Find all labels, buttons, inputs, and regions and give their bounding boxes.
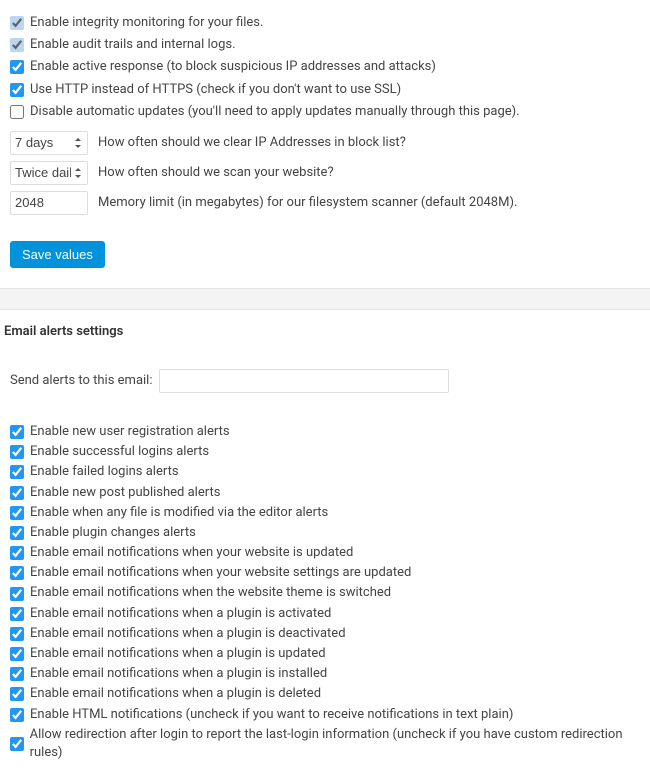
opt-use-http-checkbox[interactable] [10,83,24,97]
scan-label: How often should we scan your website? [98,165,334,180]
alert-settings-updated-row: Enable email notifications when your web… [10,564,640,582]
clear-ip-select[interactable]: 7 days [10,131,88,155]
opt-active-response-row: Enable active response (to block suspici… [10,58,640,76]
alert-email-input[interactable] [159,369,449,393]
memory-label: Memory limit (in megabytes) for our file… [98,195,517,210]
alert-plugin-deleted-checkbox[interactable] [10,687,24,701]
opt-audit-trails-label: Enable audit trails and internal logs. [30,36,236,54]
alert-html-notifications-label: Enable HTML notifications (uncheck if yo… [30,706,513,724]
alert-plugin-installed-label: Enable email notifications when a plugin… [30,665,327,683]
alert-failed-login-label: Enable failed logins alerts [30,463,179,481]
alert-plugin-deactivated-label: Enable email notifications when a plugin… [30,625,346,643]
alert-new-user-checkbox[interactable] [10,425,24,439]
opt-disable-updates-row: Disable automatic updates (you'll need t… [10,103,640,121]
alert-success-login-checkbox[interactable] [10,445,24,459]
email-input-row: Send alerts to this email: [10,369,640,393]
memory-limit-input[interactable] [10,191,88,215]
opt-audit-trails-row: Enable audit trails and internal logs. [10,36,640,54]
alert-allow-redirection-checkbox[interactable] [10,737,24,751]
opt-active-response-checkbox[interactable] [10,60,24,74]
scan-frequency-select[interactable]: Twice daily [10,161,88,185]
alert-settings-updated-label: Enable email notifications when your web… [30,564,411,582]
alert-settings-updated-checkbox[interactable] [10,566,24,580]
opt-integrity-monitoring-label: Enable integrity monitoring for your fil… [30,14,263,32]
alert-failed-login-checkbox[interactable] [10,465,24,479]
alert-success-login-row: Enable successful logins alerts [10,443,640,461]
opt-integrity-monitoring-row: Enable integrity monitoring for your fil… [10,14,640,32]
alert-file-modified-row: Enable when any file is modified via the… [10,504,640,522]
save-button[interactable]: Save values [10,241,105,268]
email-label: Send alerts to this email: [10,373,153,388]
alert-plugin-changes-checkbox[interactable] [10,526,24,540]
top-options-list: Enable integrity monitoring for your fil… [10,14,640,121]
alert-html-notifications-row: Enable HTML notifications (uncheck if yo… [10,706,640,724]
scan-row: Twice daily How often should we scan you… [10,161,640,185]
alert-theme-switched-checkbox[interactable] [10,587,24,601]
alert-success-login-label: Enable successful logins alerts [30,443,209,461]
alert-website-updated-label: Enable email notifications when your web… [30,544,353,562]
opt-use-http-label: Use HTTP instead of HTTPS (check if you … [30,81,401,99]
alert-website-updated-checkbox[interactable] [10,546,24,560]
alert-plugin-deleted-label: Enable email notifications when a plugin… [30,685,321,703]
alert-plugin-deleted-row: Enable email notifications when a plugin… [10,685,640,703]
alert-plugin-installed-row: Enable email notifications when a plugin… [10,665,640,683]
opt-use-http-row: Use HTTP instead of HTTPS (check if you … [10,81,640,99]
opt-audit-trails-checkbox [10,38,24,52]
alert-plugin-deactivated-row: Enable email notifications when a plugin… [10,625,640,643]
alert-options-list: Enable new user registration alerts Enabl… [10,423,640,762]
alerts-section-header: Email alerts settings [0,324,650,345]
alert-plugin-updated-checkbox[interactable] [10,647,24,661]
alert-new-user-row: Enable new user registration alerts [10,423,640,441]
clear-ip-label: How often should we clear IP Addresses i… [98,135,406,150]
alert-plugin-installed-checkbox[interactable] [10,667,24,681]
alert-new-post-row: Enable new post published alerts [10,484,640,502]
alert-theme-switched-row: Enable email notifications when the webs… [10,584,640,602]
alert-plugin-activated-row: Enable email notifications when a plugin… [10,605,640,623]
email-alerts-section: Send alerts to this email: Enable new us… [0,345,650,774]
section-divider [0,288,650,310]
alert-plugin-changes-label: Enable plugin changes alerts [30,524,196,542]
opt-integrity-monitoring-checkbox [10,16,24,30]
alert-allow-redirection-row: Allow redirection after login to report … [10,726,640,762]
alert-new-post-checkbox[interactable] [10,486,24,500]
alert-new-user-label: Enable new user registration alerts [30,423,230,441]
general-settings-section: Enable integrity monitoring for your fil… [0,0,650,282]
alert-plugin-activated-label: Enable email notifications when a plugin… [30,605,331,623]
alert-plugin-updated-label: Enable email notifications when a plugin… [30,645,326,663]
alert-failed-login-row: Enable failed logins alerts [10,463,640,481]
opt-disable-updates-label: Disable automatic updates (you'll need t… [30,103,520,121]
controls-block: 7 days How often should we clear IP Addr… [10,131,640,215]
alert-new-post-label: Enable new post published alerts [30,484,220,502]
alert-html-notifications-checkbox[interactable] [10,708,24,722]
clear-ip-row: 7 days How often should we clear IP Addr… [10,131,640,155]
opt-active-response-label: Enable active response (to block suspici… [30,58,436,76]
alert-allow-redirection-label: Allow redirection after login to report … [30,726,640,762]
alert-plugin-updated-row: Enable email notifications when a plugin… [10,645,640,663]
alert-plugin-deactivated-checkbox[interactable] [10,627,24,641]
alert-plugin-changes-row: Enable plugin changes alerts [10,524,640,542]
opt-disable-updates-checkbox[interactable] [10,105,24,119]
alert-website-updated-row: Enable email notifications when your web… [10,544,640,562]
alert-file-modified-label: Enable when any file is modified via the… [30,504,328,522]
alert-file-modified-checkbox[interactable] [10,506,24,520]
alert-plugin-activated-checkbox[interactable] [10,607,24,621]
alert-theme-switched-label: Enable email notifications when the webs… [30,584,391,602]
memory-row: Memory limit (in megabytes) for our file… [10,191,640,215]
